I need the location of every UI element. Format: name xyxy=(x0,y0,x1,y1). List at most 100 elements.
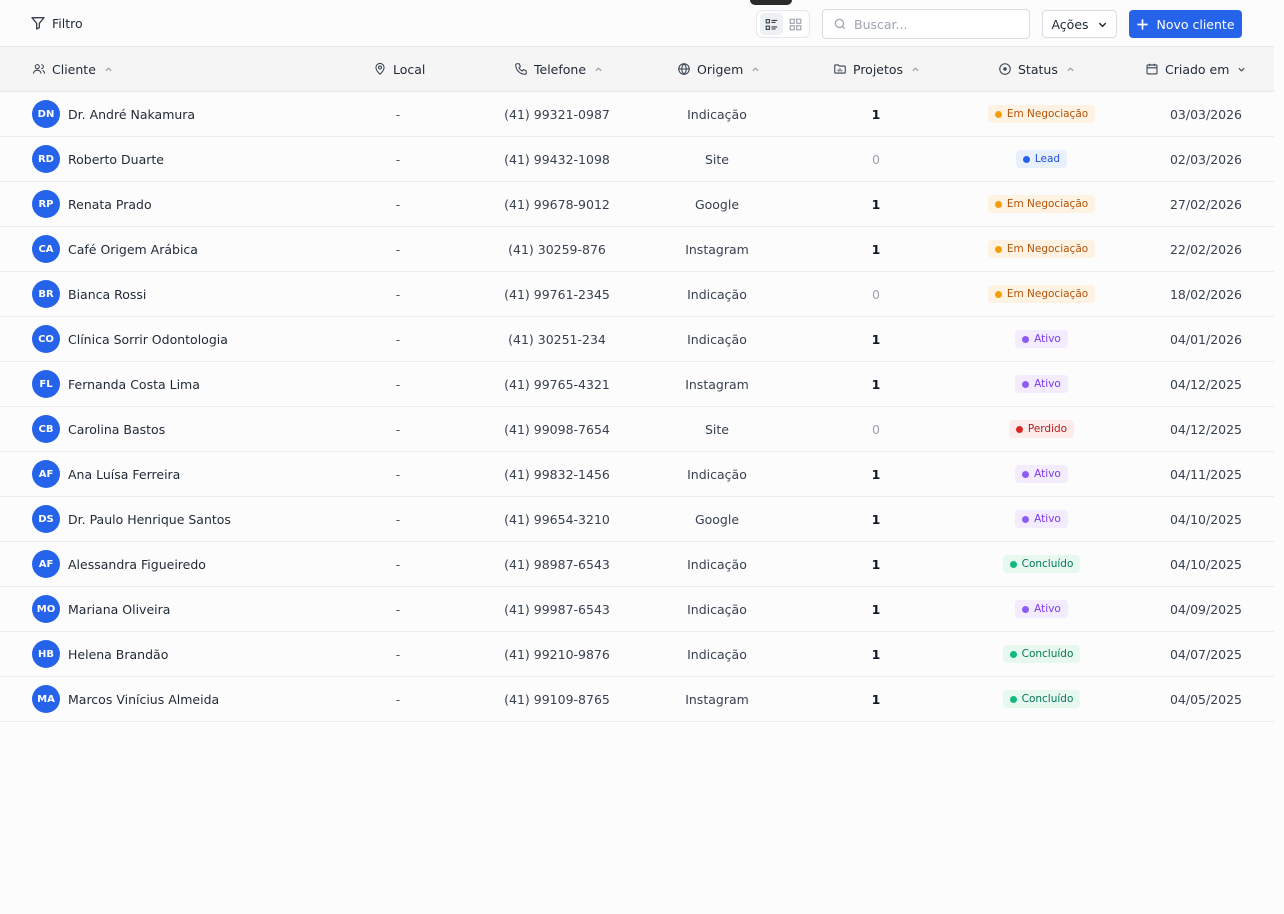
table-row[interactable]: MO Mariana Oliveira - (41) 99987-6543 Indica… xyxy=(0,587,1274,632)
table-row[interactable]: CB Carolina Bastos - (41) 99098-7654 Site 0 Pe… xyxy=(0,407,1274,452)
cell-status: Em Negociação xyxy=(964,182,1119,226)
cell-status: Ativo xyxy=(964,587,1119,631)
cell-projects: 0 xyxy=(872,286,880,302)
status-label: Lead xyxy=(1034,153,1061,165)
cell-client: DS Dr. Paulo Henrique Santos xyxy=(32,497,362,541)
column-header-status[interactable]: Status xyxy=(998,47,1075,91)
table-row[interactable]: CA Café Origem Arábica - (41) 30259-876 Inst… xyxy=(0,227,1274,272)
status-badge: Ativo xyxy=(1015,465,1068,483)
client-name: Café Origem Arábica xyxy=(68,241,198,257)
table-row[interactable]: RD Roberto Duarte - (41) 99432-1098 Site 0 Lea… xyxy=(0,137,1274,182)
column-header-phone[interactable]: Telefone xyxy=(514,47,603,91)
avatar: MA xyxy=(32,685,60,713)
status-dot xyxy=(1022,470,1030,478)
cell-client: RD Roberto Duarte xyxy=(32,137,362,181)
status-dot xyxy=(1022,515,1030,523)
search-input[interactable] xyxy=(854,16,1014,32)
cell-created: 04/01/2026 xyxy=(1169,331,1242,347)
cell-local: - xyxy=(395,691,401,707)
client-name: Dr. André Nakamura xyxy=(68,106,196,122)
cell-origin: Indicação xyxy=(687,601,747,617)
cell-projects: 1 xyxy=(871,556,881,572)
cell-origin: Google xyxy=(694,196,740,212)
cell-projects: 1 xyxy=(871,511,881,527)
column-label-origin: Origem xyxy=(697,61,744,77)
column-label-client: Cliente xyxy=(52,61,96,77)
avatar: HB xyxy=(32,640,60,668)
cell-local: - xyxy=(395,196,401,212)
cell-projects: 1 xyxy=(871,466,881,482)
avatar: MO xyxy=(32,595,60,623)
column-header-origin[interactable]: Origem xyxy=(677,47,760,91)
cell-client: CB Carolina Bastos xyxy=(32,407,362,451)
cell-client: MO Mariana Oliveira xyxy=(32,587,362,631)
cell-phone: (41) 99109-8765 xyxy=(504,691,610,707)
table-row[interactable]: FL Fernanda Costa Lima - (41) 99765-4321 Ins… xyxy=(0,362,1274,407)
grid-view-button[interactable] xyxy=(784,13,807,35)
status-badge: Lead xyxy=(1015,150,1068,168)
cell-phone: (41) 99098-7654 xyxy=(504,421,610,437)
toolbar: Filtro Ações Novo cliente xyxy=(0,0,1274,47)
status-label: Em Negociação xyxy=(1006,108,1089,120)
cell-projects: 1 xyxy=(871,196,881,212)
cell-phone: (41) 99765-4321 xyxy=(504,376,610,392)
cell-created: 04/07/2025 xyxy=(1169,646,1242,662)
cell-origin: Google xyxy=(694,511,740,527)
filter-button[interactable]: Filtro xyxy=(30,13,83,33)
new-client-label: Novo cliente xyxy=(1156,16,1235,32)
column-header-local[interactable]: Local xyxy=(373,47,425,91)
cell-origin: Indicação xyxy=(687,556,747,572)
tooltip xyxy=(750,0,792,5)
table-header: Cliente Local Telefone Origem Projetos S… xyxy=(0,47,1274,92)
cell-local: - xyxy=(395,241,401,257)
sort-up-icon xyxy=(912,66,919,71)
status-dot xyxy=(1022,335,1030,343)
column-label-created: Criado em xyxy=(1165,61,1230,77)
cell-projects: 1 xyxy=(871,691,881,707)
status-dot xyxy=(1015,425,1023,433)
cell-origin: Instagram xyxy=(685,241,749,257)
table-row[interactable]: BR Bianca Rossi - (41) 99761-2345 Indicação 0… xyxy=(0,272,1274,317)
column-header-created[interactable]: Criado em xyxy=(1145,47,1246,91)
map-pin-icon xyxy=(375,62,385,75)
table-row[interactable]: AF Ana Luísa Ferreira - (41) 99832-1456 Indi… xyxy=(0,452,1274,497)
cell-phone: (41) 98987-6543 xyxy=(504,556,610,572)
table-row[interactable]: HB Helena Brandão - (41) 99210-9876 Indicaçã… xyxy=(0,632,1274,677)
new-client-button[interactable]: Novo cliente xyxy=(1129,10,1242,38)
table-row[interactable]: RP Renata Prado - (41) 99678-9012 Google 1 Em … xyxy=(0,182,1274,227)
table-row[interactable]: AF Alessandra Figueiredo - (41) 98987-6543 I… xyxy=(0,542,1274,587)
search-icon xyxy=(834,18,846,30)
cell-projects: 0 xyxy=(872,421,880,437)
column-label-phone: Telefone xyxy=(534,61,587,77)
status-dot xyxy=(1022,155,1030,163)
avatar: RD xyxy=(32,145,60,173)
cell-status: Ativo xyxy=(964,317,1119,361)
status-badge: Perdido xyxy=(1008,420,1075,438)
actions-dropdown-button[interactable]: Ações xyxy=(1042,10,1117,38)
cell-phone: (41) 30251-234 xyxy=(508,331,606,347)
table-row[interactable]: CO Clínica Sorrir Odontologia - (41) 30251-… xyxy=(0,317,1274,362)
cell-created: 03/03/2026 xyxy=(1169,106,1242,122)
grid-view-icon xyxy=(789,18,801,30)
status-label: Em Negociação xyxy=(1006,198,1089,210)
sort-up-icon xyxy=(1067,66,1074,71)
cell-client: RP Renata Prado xyxy=(32,182,362,226)
cell-client: DN Dr. André Nakamura xyxy=(32,92,362,136)
table-row[interactable]: DS Dr. Paulo Henrique Santos - (41) 99654-3… xyxy=(0,497,1274,542)
table-row[interactable]: DN Dr. André Nakamura - (41) 99321-0987 Indi… xyxy=(0,92,1274,137)
status-dot xyxy=(994,200,1002,208)
avatar: DN xyxy=(32,100,60,128)
avatar: AF xyxy=(32,460,60,488)
cell-status: Perdido xyxy=(964,407,1119,451)
column-header-client[interactable]: Cliente xyxy=(32,47,113,91)
sort-down-icon xyxy=(1238,67,1246,72)
sort-up-icon xyxy=(105,66,112,71)
table-row[interactable]: MA Marcos Vinícius Almeida - (41) 99109-876… xyxy=(0,677,1274,722)
cell-created: 27/02/2026 xyxy=(1169,196,1242,212)
status-badge: Concluído xyxy=(1002,690,1081,708)
list-view-button[interactable] xyxy=(759,13,783,35)
column-header-projects[interactable]: Projetos xyxy=(833,47,920,91)
avatar: DS xyxy=(32,505,60,533)
status-dot xyxy=(1022,605,1030,613)
avatar: CA xyxy=(32,235,60,263)
